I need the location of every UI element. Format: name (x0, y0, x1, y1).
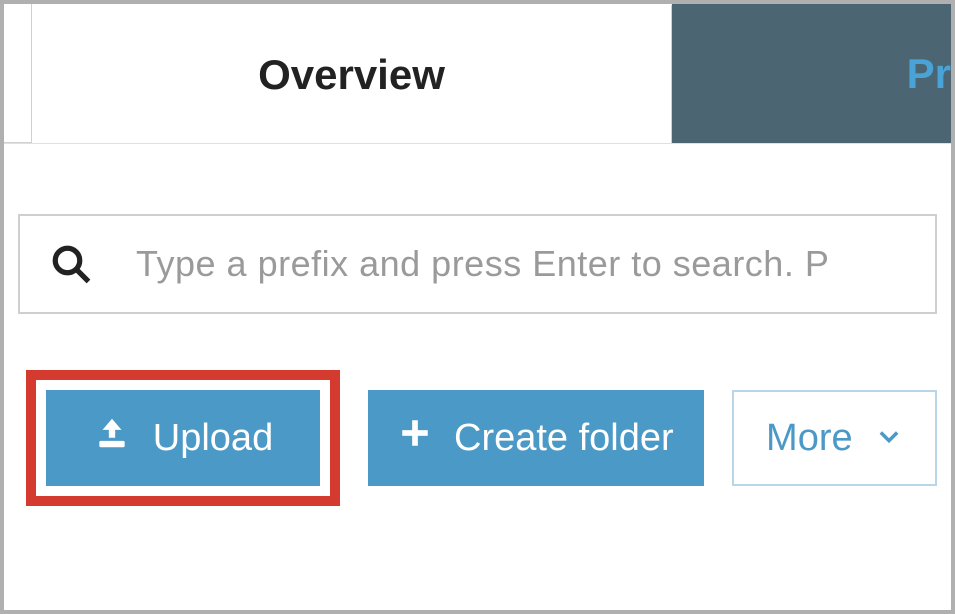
upload-button[interactable]: Upload (46, 390, 320, 486)
upload-highlight-frame: Upload (26, 370, 340, 506)
more-button-label: More (766, 417, 853, 460)
toolbar-buttons: Upload Create folder More (18, 370, 937, 506)
tab-overview-label: Overview (258, 51, 445, 99)
create-folder-button-label: Create folder (454, 417, 674, 460)
tab-inactive[interactable]: Pr (672, 4, 951, 143)
upload-icon (93, 414, 131, 462)
tab-sliver (4, 4, 32, 143)
create-folder-button[interactable]: Create folder (368, 390, 704, 486)
app-frame: Overview Pr (0, 0, 955, 614)
content-area: Upload Create folder More (4, 144, 951, 506)
search-box[interactable] (18, 214, 937, 314)
search-icon (50, 243, 92, 285)
plus-icon (398, 416, 432, 460)
more-button[interactable]: More (732, 390, 937, 486)
tab-overview[interactable]: Overview (32, 4, 672, 143)
tab-inactive-label: Pr (847, 50, 951, 98)
search-input[interactable] (136, 243, 905, 285)
tab-bar: Overview Pr (4, 4, 951, 144)
chevron-down-icon (875, 417, 903, 460)
upload-button-label: Upload (153, 417, 273, 460)
